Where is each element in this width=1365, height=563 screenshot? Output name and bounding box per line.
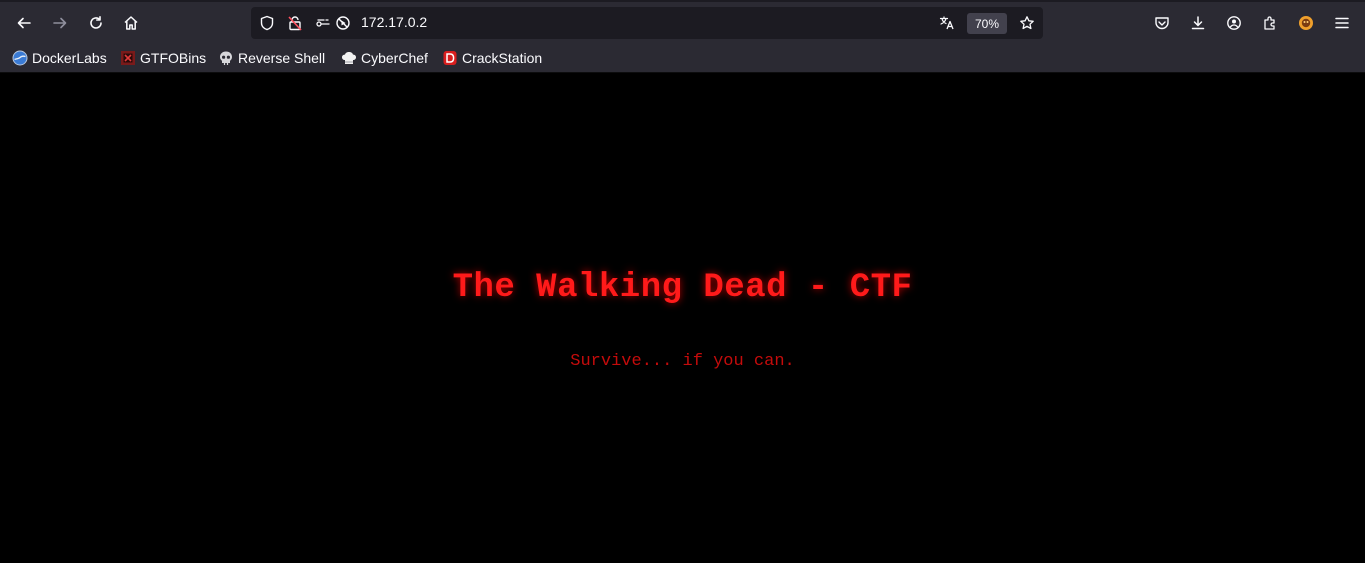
bookmarks-toolbar: DockerLabs GTFOBins Reverse Shell CyberC… xyxy=(0,43,1365,73)
star-bookmark-icon[interactable] xyxy=(1019,15,1035,31)
arrow-left-icon xyxy=(17,17,31,29)
back-button[interactable] xyxy=(10,9,38,37)
menu-button[interactable] xyxy=(1328,9,1356,37)
account-icon xyxy=(1227,16,1241,30)
downloads-button[interactable] xyxy=(1184,9,1212,37)
bookmark-reverse-shell[interactable]: Reverse Shell xyxy=(218,48,325,68)
account-button[interactable] xyxy=(1220,9,1248,37)
pocket-button[interactable] xyxy=(1148,9,1176,37)
bookmark-gtfobins[interactable]: GTFOBins xyxy=(120,48,206,68)
pocket-icon xyxy=(1155,17,1169,30)
extension-avatar-icon xyxy=(1299,16,1313,30)
hamburger-menu-icon xyxy=(1335,17,1349,29)
bookmark-label: Reverse Shell xyxy=(238,50,326,66)
bookmark-label: CrackStation xyxy=(462,50,543,66)
bookmark-cyberchef[interactable]: CyberChef xyxy=(341,48,428,68)
bookmark-dockerlabs[interactable]: DockerLabs xyxy=(12,48,107,68)
home-icon xyxy=(124,16,138,30)
arrow-right-icon xyxy=(53,17,67,29)
puzzle-icon xyxy=(1264,16,1275,30)
extensions-button[interactable] xyxy=(1256,9,1284,37)
home-button[interactable] xyxy=(117,9,145,37)
gtfobins-icon xyxy=(121,51,135,65)
bookmark-label: GTFOBins xyxy=(140,50,207,66)
autoplay-blocked-icon[interactable] xyxy=(335,15,351,31)
skull-icon xyxy=(220,51,232,65)
page-subtitle: Survive... if you can. xyxy=(570,352,795,371)
url-text[interactable]: 172.17.0.2 xyxy=(361,14,427,30)
chef-hat-icon xyxy=(342,52,356,64)
tracking-protection-shield-icon[interactable] xyxy=(259,15,275,31)
browser-toolbar: 172.17.0.2 70% xyxy=(0,0,1365,43)
extension-button[interactable] xyxy=(1292,9,1320,37)
insecure-lock-icon[interactable] xyxy=(287,15,303,31)
download-icon xyxy=(1191,16,1205,30)
bookmark-label: DockerLabs xyxy=(32,50,107,66)
bookmark-label: CyberChef xyxy=(361,50,428,66)
zoom-level-badge[interactable]: 70% xyxy=(967,13,1007,34)
page-content: The Walking Dead - CTF Survive... if you… xyxy=(0,73,1365,563)
crackstation-icon xyxy=(443,51,457,65)
translate-icon[interactable] xyxy=(939,15,955,31)
forward-button[interactable] xyxy=(46,9,74,37)
url-bar[interactable]: 172.17.0.2 70% xyxy=(251,7,1043,39)
page-title: The Walking Dead - CTF xyxy=(452,269,913,307)
permissions-icon[interactable] xyxy=(315,15,331,31)
reload-button[interactable] xyxy=(82,9,110,37)
reload-icon xyxy=(90,16,102,29)
dockerlabs-icon xyxy=(12,50,28,66)
bookmark-crackstation[interactable]: CrackStation xyxy=(442,48,542,68)
